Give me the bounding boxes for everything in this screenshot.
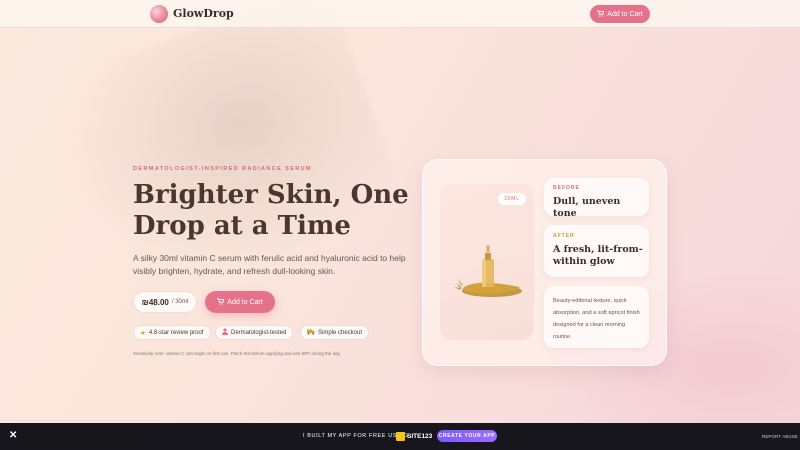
star-icon: ★ [140,329,146,337]
size-badge: 30ML [498,193,526,205]
after-card: AFTER A fresh, lit-from-within glow [544,225,649,277]
badge-label: Dermatologist-tested [231,329,287,336]
brand-name[interactable]: GlowDrop [173,7,234,20]
badge-label: Simple checkout [318,329,363,336]
product-description: Beauty-editorial texture, quick absorpti… [553,298,640,340]
site123-logo-icon [396,432,405,441]
before-label: BEFORE [553,185,580,191]
close-icon[interactable]: ✕ [9,430,17,441]
site123-logo-text: SITE123 [407,433,433,440]
cart-icon [597,9,605,19]
before-card: BEFORE Dull, uneven tone [544,178,649,219]
after-label: AFTER [553,233,575,239]
hero-cart-label: Add to Cart [227,298,263,306]
price: ₪48.00 [141,297,169,307]
cart-icon [217,297,225,307]
before-title: Dull, uneven tone [553,196,621,219]
truck-icon [307,329,315,337]
badge-checkout: Simple checkout [300,325,370,340]
hero-eyebrow: DERMATOLOGIST-INSPIRED RADIANCE SERUM [133,166,313,172]
built-text: I BUILT MY APP FOR FREE USING [303,433,409,439]
hero-headline: Brighter Skin, One Drop at a Time [133,180,409,241]
hero-add-to-cart-button[interactable]: Add to Cart [205,291,275,313]
report-abuse-link[interactable]: REPORT ABUSE [762,434,798,439]
person-icon [222,328,228,337]
hero-subtitle: A silky 30ml vitamin C serum with feruli… [133,253,406,276]
site123-logo[interactable]: SITE123 [396,431,432,442]
price-pill: ₪48.00 / 30ml [133,291,197,313]
create-your-app-button[interactable]: CREATE YOUR APP [437,430,497,442]
header-cart-label: Add to Cart [607,10,643,18]
badge-reviews: ★ 4.8-star review proof [133,325,211,340]
site-header: GlowDrop Add to Cart [0,0,800,28]
sensitivity-note: Sensitivity note: vitamin C can tingle o… [133,351,341,356]
price-unit: / 30ml [171,299,189,305]
header-add-to-cart-button[interactable]: Add to Cart [590,5,650,23]
logo-icon[interactable] [150,5,168,23]
description-card: Beauty-editorial texture, quick absorpti… [544,286,649,348]
badge-dermatologist: Dermatologist-tested [215,325,294,340]
promo-bar: ✕ I BUILT MY APP FOR FREE USING SITE123 … [0,423,800,450]
after-title: A fresh, lit-from-within glow [553,244,643,267]
badge-label: 4.8-star review proof [148,329,204,336]
serum-bottle-image [450,245,530,305]
